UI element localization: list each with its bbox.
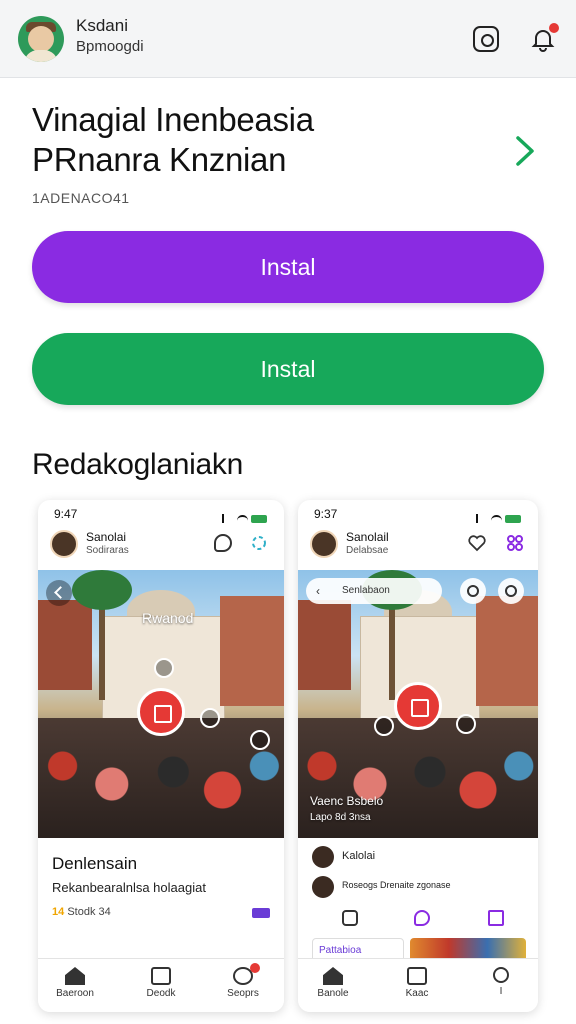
bell-icon[interactable] — [530, 23, 559, 52]
camera-icon[interactable] — [473, 26, 499, 52]
record-button — [137, 688, 185, 736]
mini-bottom-nav: Baeroon Deodk Seoprs — [38, 958, 284, 1012]
chevron-right-icon[interactable] — [512, 134, 538, 168]
app-bar: Ksdani Bpmoogdi — [0, 0, 576, 78]
chevron-left-icon: ‹ — [316, 584, 320, 598]
event-photo: Rwanod — [38, 570, 284, 838]
chat-icon — [214, 534, 232, 552]
pin-icon — [154, 658, 174, 678]
mini-avatar — [310, 530, 338, 558]
home-icon — [323, 967, 343, 985]
action-row — [298, 904, 538, 934]
photo-caption: Rwanod — [142, 610, 194, 626]
nav-calendar: Kaac — [382, 963, 452, 999]
share-icon — [342, 910, 358, 926]
nav-search: I — [466, 963, 536, 997]
signal-icons — [476, 509, 526, 523]
person-avatar — [312, 876, 334, 898]
mini-header: Sanolai Sodiraras — [38, 526, 284, 568]
search-icon — [493, 967, 509, 983]
mini-bottom-nav: Banole Kaac I — [298, 958, 538, 1012]
nav-profile: Seoprs — [208, 963, 278, 999]
mini-header: Sanolail Delabsae — [298, 526, 538, 568]
card-title: Denlensain — [52, 854, 138, 873]
card-stat: 14 Stodk 34 — [52, 906, 111, 918]
signal-icons — [222, 509, 272, 523]
nav-home: Banole — [298, 963, 368, 999]
install-button-primary[interactable]: Instal — [32, 231, 544, 303]
comment-icon — [414, 910, 430, 926]
record-button — [394, 682, 442, 730]
nav-home: Baeroon — [40, 963, 110, 999]
status-time: 9:37 — [314, 507, 338, 521]
nav-calendar: Deodk — [126, 963, 196, 999]
screenshot-1[interactable]: 9:47 Sanolai Sodiraras Rwanod Denlensain… — [38, 500, 284, 1012]
pin-icon — [250, 730, 270, 750]
app-title: Vinagial Inenbeasia PRnanra Knznian — [32, 101, 314, 178]
mini-user-sub: Delabsae — [346, 545, 389, 556]
heart-icon — [468, 534, 486, 552]
calendar-icon — [407, 967, 427, 985]
sparkle-icon — [250, 534, 268, 552]
mini-user-name: Sanolail — [346, 530, 389, 544]
pin-icon — [456, 714, 476, 734]
install-button-secondary[interactable]: Instal — [32, 333, 544, 405]
photo-subcaption: Lapo 8d 3nsa — [310, 812, 371, 823]
card-subtitle: Rekanbearalnlsa holaagiat — [52, 880, 206, 895]
circle-icon — [460, 578, 486, 604]
photo-caption: Vaenc Bsbelo — [310, 794, 384, 808]
pin-icon — [200, 708, 220, 728]
person-avatar — [312, 846, 334, 868]
pin-icon — [374, 716, 394, 736]
circle-icon — [498, 578, 524, 604]
mini-avatar — [50, 530, 78, 558]
notification-badge — [549, 23, 559, 33]
mini-user-sub: Sodiraras — [86, 545, 129, 556]
avatar[interactable] — [18, 16, 64, 62]
developer-label: 1ADENACO41 — [32, 190, 130, 206]
screenshot-2[interactable]: 9:37 Sanolail Delabsae ‹ Senlabaon Vaenc … — [298, 500, 538, 1012]
home-icon — [65, 967, 85, 985]
user-subtitle: Bpmoogdi — [76, 38, 144, 55]
status-time: 9:47 — [54, 507, 78, 521]
section-title: Redakoglaniakn — [32, 448, 243, 481]
person-caption: Roseogs Drenaite zgonase — [342, 880, 451, 890]
photo-search-pill: ‹ Senlabaon — [306, 578, 442, 604]
event-photo: ‹ Senlabaon Vaenc Bsbelo Lapo 8d 3nsa — [298, 570, 538, 838]
status-bar: 9:47 — [38, 500, 284, 526]
user-name: Ksdani — [76, 16, 128, 35]
bookmark-icon — [488, 910, 504, 926]
tag-icon — [252, 908, 270, 918]
status-bar: 9:37 — [298, 500, 538, 526]
back-icon — [46, 580, 72, 606]
group-icon — [506, 534, 524, 552]
person-name: Kalolai — [342, 850, 376, 862]
mini-user-name: Sanolai — [86, 530, 127, 544]
calendar-icon — [151, 967, 171, 985]
